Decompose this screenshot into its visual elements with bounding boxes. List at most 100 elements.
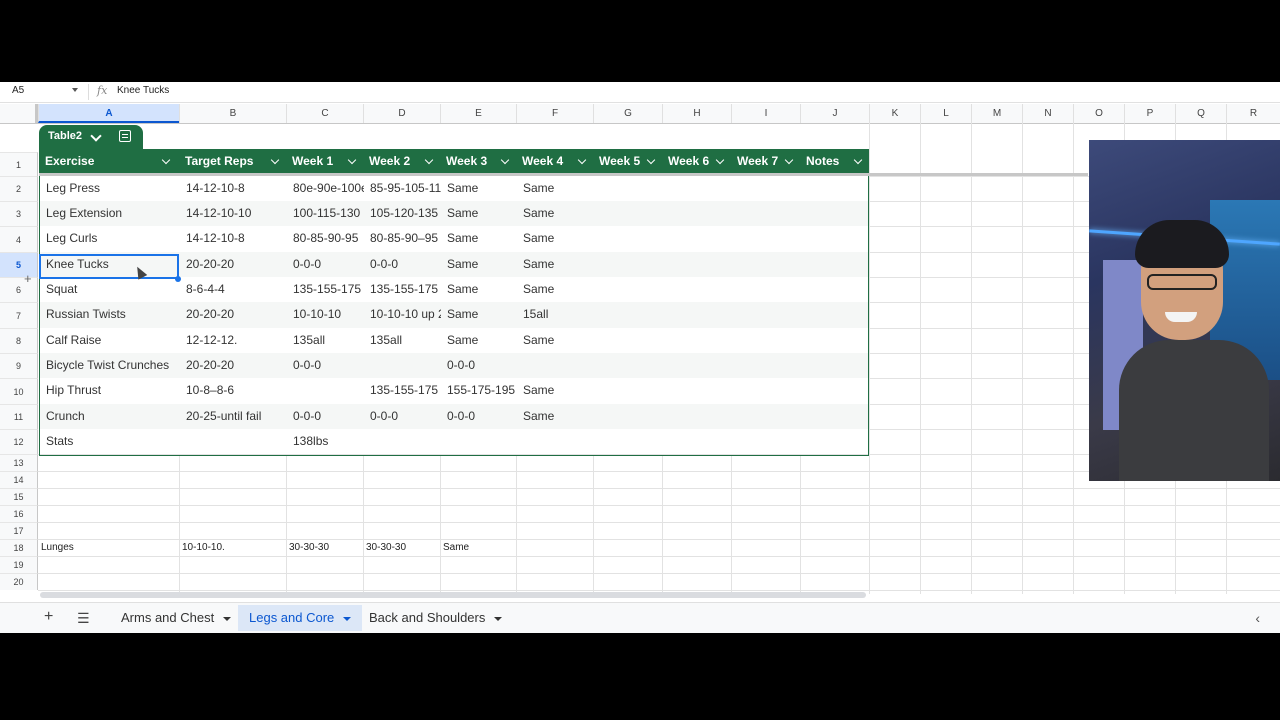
row-header-7[interactable]: 7 [0,302,38,328]
row-header-20[interactable]: 20 [0,573,38,590]
table-header-exercise[interactable]: Exercise [39,149,179,173]
table-cell[interactable] [732,226,801,251]
table-cell[interactable] [663,252,732,277]
table-cell[interactable]: 135all [364,328,441,353]
table-cell[interactable]: 155-175-195 [441,378,517,403]
row-header-19[interactable]: 19 [0,556,38,573]
table-cell[interactable]: Same [517,176,594,201]
column-header-c[interactable]: C [286,104,363,123]
table-cell[interactable]: 100-115-130 [287,201,364,226]
table-cell[interactable]: 10-10-10 [287,302,364,327]
sheet-tab-legs-and-core[interactable]: Legs and Core [238,605,363,631]
chevron-left-icon[interactable]: ‹ [1255,610,1260,626]
table-cell[interactable]: 135all [287,328,364,353]
table-cell[interactable]: Same [441,277,517,302]
sheet-tab-menu-caret-icon[interactable] [494,616,503,621]
table-cell[interactable]: 135-155-175 [364,378,441,403]
table-cell[interactable]: Same [441,176,517,201]
table-cell[interactable]: 15all [517,302,594,327]
table-cell[interactable]: Hip Thrust [40,378,180,403]
table-cell[interactable] [441,429,517,454]
column-header-i[interactable]: I [731,104,800,123]
table-cell[interactable]: 14-12-10-8 [180,176,287,201]
column-header-q[interactable]: Q [1175,104,1226,123]
table-cell[interactable] [801,226,870,251]
table-cell[interactable] [594,252,663,277]
table-cell[interactable] [594,201,663,226]
cell-row-18[interactable]: Same [441,539,469,556]
table-cell[interactable] [517,429,594,454]
table-header-week-5[interactable]: Week 5 [593,149,662,173]
table-cell[interactable] [594,353,663,378]
table-cell[interactable]: 105-120-135 [364,201,441,226]
table-cell[interactable]: 135-155-175 [364,277,441,302]
column-filter-chevron-icon[interactable] [161,155,171,165]
table-cell[interactable] [594,328,663,353]
table-header-target-reps[interactable]: Target Reps [179,149,286,173]
row-header-17[interactable]: 17 [0,522,38,539]
table-cell[interactable] [801,328,870,353]
table-cell[interactable]: 0-0-0 [364,252,441,277]
table-cell[interactable]: Same [441,226,517,251]
column-filter-chevron-icon[interactable] [347,155,357,165]
table-cell[interactable] [732,353,801,378]
row-header-5[interactable]: 5 [0,252,38,277]
table-cell[interactable] [732,176,801,201]
table-view-icon[interactable] [119,130,131,142]
table-cell[interactable]: Same [517,404,594,429]
column-header-f[interactable]: F [516,104,593,123]
table-cell[interactable] [663,328,732,353]
table-cell[interactable] [801,353,870,378]
column-filter-chevron-icon[interactable] [853,155,863,165]
row-header-4[interactable]: 4 [0,226,38,252]
column-header-k[interactable]: K [869,104,920,123]
row-header-9[interactable]: 9 [0,353,38,378]
table-cell[interactable] [732,378,801,403]
selected-cell-outline[interactable] [39,254,179,279]
table-cell[interactable] [801,252,870,277]
column-header-p[interactable]: P [1124,104,1175,123]
cell-row-18[interactable]: 30-30-30 [364,539,406,556]
row-header-14[interactable]: 14 [0,471,38,488]
table-cell[interactable]: 80e-90e-100e [287,176,364,201]
table-cell[interactable] [663,176,732,201]
cell-row-18[interactable]: 30-30-30 [287,539,329,556]
table-cell[interactable] [732,201,801,226]
table-cell[interactable]: Leg Extension [40,201,180,226]
table-cell[interactable] [594,176,663,201]
add-sheet-plus-icon[interactable]: + [44,608,53,626]
name-box-dropdown-icon[interactable] [72,88,78,92]
table-cell[interactable] [663,277,732,302]
row-header-1[interactable]: 1 [0,152,38,176]
table-cell[interactable] [663,226,732,251]
table-cell[interactable]: Same [517,378,594,403]
table-cell[interactable] [663,378,732,403]
row-header-8[interactable]: 8 [0,328,38,353]
table-cell[interactable]: 138lbs [287,429,364,454]
table-cell[interactable]: Same [441,302,517,327]
table-cell[interactable]: 0-0-0 [441,404,517,429]
table-cell[interactable] [594,226,663,251]
sheet-tab-menu-caret-icon[interactable] [223,616,232,621]
sheet-tab-back-and-shoulders[interactable]: Back and Shoulders [358,605,513,631]
table-cell[interactable] [801,302,870,327]
table-cell[interactable]: Same [517,277,594,302]
column-header-h[interactable]: H [662,104,731,123]
select-all-corner[interactable] [0,104,38,123]
column-header-e[interactable]: E [440,104,516,123]
table-cell[interactable]: Stats [40,429,180,454]
table-cell[interactable] [180,429,287,454]
table-cell[interactable]: 14-12-10-8 [180,226,287,251]
table-cell[interactable]: 85-95-105-115 [364,176,441,201]
table-cell[interactable]: Bicycle Twist Crunches [40,353,180,378]
row-header-15[interactable]: 15 [0,488,38,505]
column-filter-chevron-icon[interactable] [270,155,280,165]
table-cell[interactable] [801,404,870,429]
table-cell[interactable]: Calf Raise [40,328,180,353]
table-cell[interactable] [594,277,663,302]
column-header-m[interactable]: M [971,104,1022,123]
table-cell[interactable] [732,302,801,327]
table-cell[interactable]: Crunch [40,404,180,429]
column-header-j[interactable]: J [800,104,869,123]
table-cell[interactable] [364,429,441,454]
